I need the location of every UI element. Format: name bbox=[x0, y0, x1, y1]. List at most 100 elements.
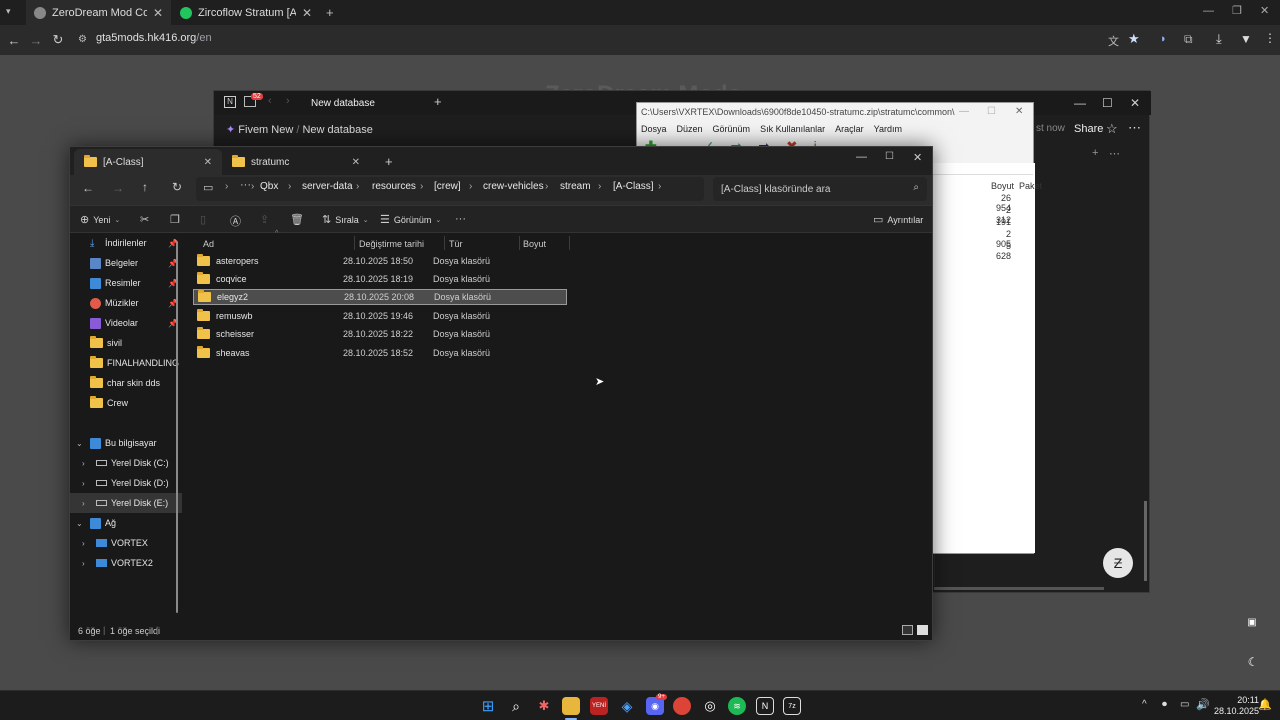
browser-tab-zircoflow[interactable]: Zircoflow Stratum [Add-On | Sc ✕ bbox=[172, 0, 320, 25]
copy-button[interactable]: ❐ bbox=[170, 213, 180, 226]
close-window-icon[interactable]: ✕ bbox=[1130, 96, 1140, 110]
explorer-tab-aclass[interactable]: [A-Class] ✕ bbox=[74, 149, 222, 175]
favorite-star-icon[interactable]: ☆ bbox=[1106, 121, 1118, 137]
reload-icon[interactable]: ↻ bbox=[48, 30, 68, 50]
more-icon[interactable]: ⋯ bbox=[1109, 147, 1120, 160]
start-icon[interactable]: ⊞ bbox=[479, 697, 497, 715]
tab-search-icon[interactable]: ▾ bbox=[6, 6, 20, 20]
table-row[interactable]: scheisser 28.10.2025 18:22 Dosya klasörü bbox=[193, 326, 567, 342]
7zip-icon[interactable]: 7z bbox=[783, 697, 801, 715]
col-type-header[interactable]: Tür bbox=[449, 239, 463, 249]
delete-button[interactable]: 🗑 bbox=[290, 213, 304, 226]
refresh-icon[interactable]: ↻ bbox=[172, 180, 182, 194]
cut-button[interactable]: ✂ bbox=[140, 213, 149, 226]
app-circle-icon[interactable]: ◎ bbox=[701, 697, 719, 715]
nav-item-videos[interactable]: Videolar 📌 bbox=[70, 313, 182, 333]
media-icon[interactable]: ◗ bbox=[1160, 33, 1167, 45]
maximize-icon[interactable]: ☐ bbox=[987, 106, 996, 117]
nav-item-music[interactable]: Müzikler 📌 bbox=[70, 293, 182, 313]
nav-item-vortex2[interactable]: › VORTEX2 bbox=[70, 553, 182, 573]
menu-icon[interactable]: ⋮ bbox=[1264, 31, 1276, 45]
add-property-icon[interactable]: + bbox=[1092, 147, 1098, 159]
crumb-stream[interactable]: stream bbox=[560, 181, 591, 192]
spotify-icon[interactable]: ≋ bbox=[728, 697, 746, 715]
breadcrumb-page[interactable]: New database bbox=[302, 124, 372, 136]
new-button[interactable]: ⊕ Yeni ⌄ bbox=[80, 213, 120, 226]
notion-ai-icon[interactable]: Ƶ bbox=[1103, 548, 1133, 578]
maximize-icon[interactable]: ☐ bbox=[885, 151, 894, 162]
menu-item[interactable]: Araçlar bbox=[835, 124, 864, 134]
minimize-icon[interactable]: — bbox=[959, 106, 969, 117]
minimize-icon[interactable]: — bbox=[1074, 96, 1086, 110]
back-icon[interactable]: ← bbox=[82, 181, 94, 195]
search-icon[interactable]: ⌕ bbox=[507, 697, 525, 715]
forward-icon[interactable]: › bbox=[286, 95, 290, 107]
menu-item[interactable]: Düzen bbox=[677, 124, 703, 134]
site-info-icon[interactable]: ⚙ bbox=[78, 34, 90, 46]
crumb-crew[interactable]: [crew] bbox=[434, 181, 461, 192]
tiles-view-icon[interactable] bbox=[917, 625, 928, 635]
nav-item-network[interactable]: ⌄ Ağ bbox=[70, 513, 182, 533]
new-tab-icon[interactable]: + bbox=[385, 154, 393, 169]
tray-chevron-up-icon[interactable]: ^ bbox=[1142, 699, 1147, 710]
close-window-icon[interactable]: ✕ bbox=[913, 151, 922, 164]
view-button[interactable]: ☰ Görünüm ⌄ bbox=[380, 213, 441, 226]
menu-item[interactable]: Yardım bbox=[874, 124, 902, 134]
close-icon[interactable]: ✕ bbox=[352, 157, 360, 168]
notification-bell-icon[interactable]: 🔔 bbox=[1258, 698, 1272, 711]
menu-item[interactable]: Dosya bbox=[641, 124, 667, 134]
nav-item-sivil[interactable]: sivil bbox=[70, 333, 182, 353]
nav-item-drive-e[interactable]: › Yerel Disk (E:) bbox=[70, 493, 182, 513]
restore-icon[interactable]: ❐ bbox=[1232, 4, 1242, 17]
crumb-crew-vehicles[interactable]: crew-vehicles bbox=[483, 181, 544, 192]
minimize-icon[interactable]: — bbox=[1203, 5, 1214, 17]
search-icon[interactable]: ⌕ bbox=[913, 182, 919, 193]
close-icon[interactable]: ✕ bbox=[153, 6, 163, 20]
table-row-selected[interactable]: elegyz2 28.10.2025 20:08 Dosya klasörü bbox=[193, 289, 567, 305]
new-tab-icon[interactable]: + bbox=[326, 5, 334, 20]
crumb-aclass[interactable]: [A-Class] bbox=[613, 181, 654, 192]
up-icon[interactable]: ↑ bbox=[142, 180, 148, 194]
nav-item-this-pc[interactable]: ⌄ Bu bilgisayar bbox=[70, 433, 182, 453]
search-input[interactable] bbox=[721, 178, 901, 200]
crumb-qbx[interactable]: Qbx bbox=[260, 181, 278, 192]
crumb-resources[interactable]: resources bbox=[372, 181, 416, 192]
translate-widget-icon[interactable]: ▣ bbox=[1242, 617, 1262, 633]
bookmark-star-icon[interactable]: ★ bbox=[1128, 31, 1140, 47]
details-button[interactable]: ▭ Ayrıntılar bbox=[873, 213, 923, 226]
crumb-server-data[interactable]: server-data bbox=[302, 181, 353, 192]
share-button[interactable]: Share bbox=[1074, 123, 1103, 135]
forward-icon[interactable]: → bbox=[112, 181, 124, 195]
table-row[interactable]: sheavas 28.10.2025 18:52 Dosya klasörü bbox=[193, 345, 567, 361]
close-icon[interactable]: ✕ bbox=[204, 157, 212, 168]
explorer-tab-stratumc[interactable]: stratumc ✕ bbox=[222, 149, 370, 175]
clock[interactable]: 20:11 28.10.2025 bbox=[1214, 695, 1259, 717]
file-explorer-icon[interactable] bbox=[562, 697, 580, 715]
rename-button[interactable]: Ⓐ bbox=[230, 213, 241, 229]
more-button[interactable]: ··· bbox=[455, 213, 466, 225]
maximize-icon[interactable]: ☐ bbox=[1102, 96, 1113, 110]
h-scrollbar[interactable] bbox=[934, 587, 1104, 590]
url-field[interactable]: gta5mods.hk416.org/en bbox=[96, 32, 212, 44]
notion-tab-title[interactable]: New database bbox=[311, 98, 375, 109]
nav-item-pictures[interactable]: Resimler 📌 bbox=[70, 273, 182, 293]
table-row[interactable]: coqvice 28.10.2025 18:19 Dosya klasörü bbox=[193, 271, 567, 287]
news-app-icon[interactable]: YENİ bbox=[590, 697, 608, 715]
more-icon[interactable]: ⋯ bbox=[1128, 120, 1141, 136]
table-row[interactable]: remuswb 28.10.2025 19:46 Dosya klasörü bbox=[193, 308, 567, 324]
table-row[interactable]: asteropers 28.10.2025 18:50 Dosya klasör… bbox=[193, 253, 567, 269]
dark-mode-icon[interactable]: ☾ bbox=[1244, 655, 1262, 673]
app-icon[interactable]: ✱ bbox=[535, 697, 553, 715]
chrome-icon[interactable] bbox=[673, 697, 691, 715]
download-icon[interactable]: ⤓ bbox=[1216, 31, 1222, 47]
col-packed-header[interactable]: Paket bbox=[1019, 181, 1042, 191]
close-icon[interactable]: ✕ bbox=[302, 6, 312, 20]
scrollbar[interactable] bbox=[1144, 501, 1147, 581]
microphone-icon[interactable]: ⏺ bbox=[1162, 699, 1167, 710]
sort-button[interactable]: ⇅ Sırala ⌄ bbox=[322, 213, 369, 226]
details-view-icon[interactable] bbox=[902, 625, 913, 635]
nav-scrollbar[interactable] bbox=[176, 241, 178, 613]
nav-item-drive-c[interactable]: › Yerel Disk (C:) bbox=[70, 453, 182, 473]
breadcrumb-root[interactable]: Fivem New bbox=[238, 124, 293, 136]
forward-icon[interactable]: → bbox=[26, 30, 46, 50]
